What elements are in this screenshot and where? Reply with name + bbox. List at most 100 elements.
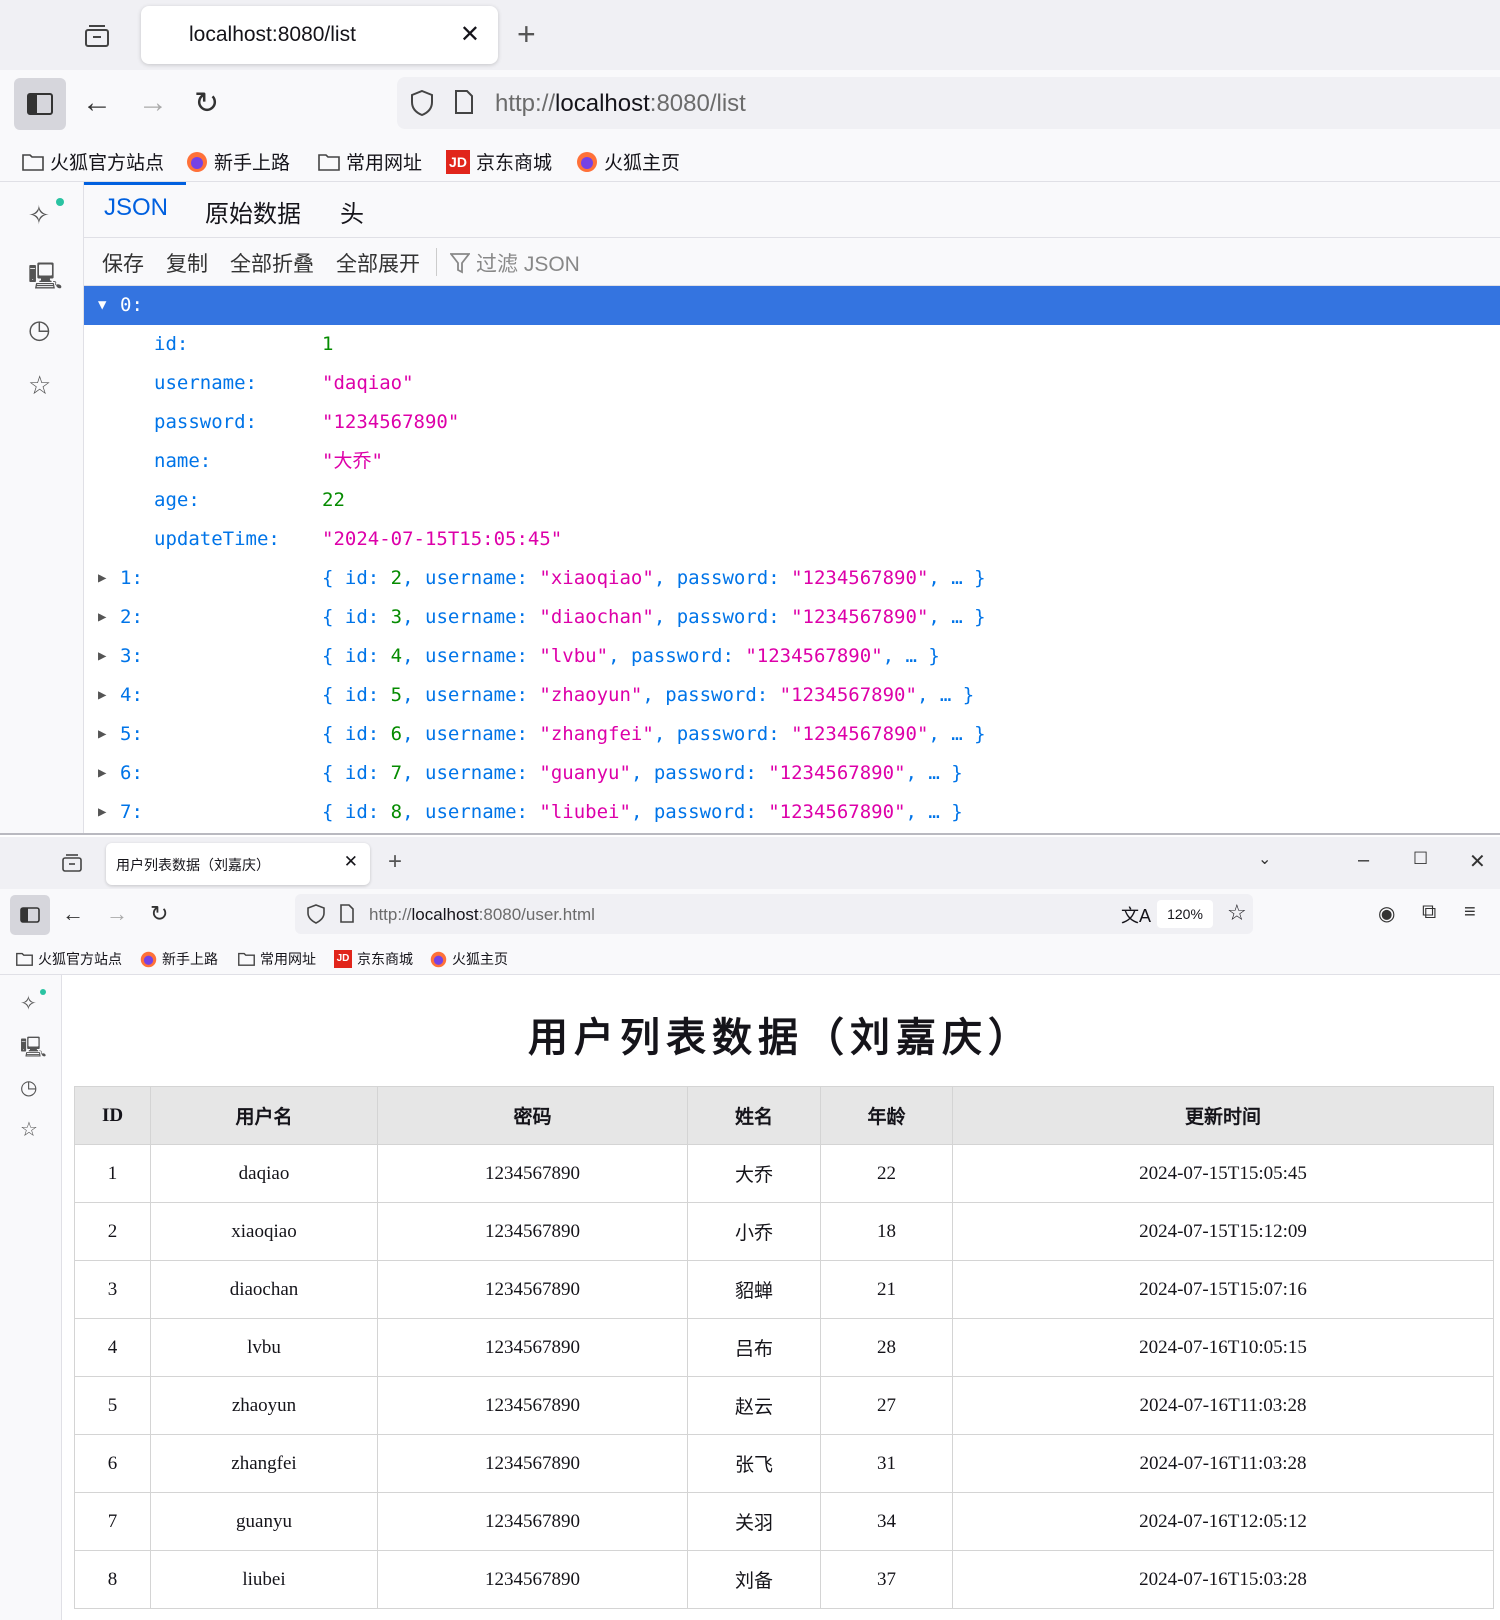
translate-icon[interactable]: 文A [1121, 902, 1151, 928]
maximize-icon[interactable]: ☐ [1413, 849, 1428, 869]
table-body: 1 daqiao 1234567890 大乔 22 2024-07-15T15:05:45… [74, 1144, 1494, 1609]
address-bar[interactable]: http://localhost:8080/list [397, 77, 1500, 129]
bookmark-item[interactable]: 火狐官方站点 [22, 148, 164, 175]
new-tab-icon[interactable]: + [388, 848, 402, 876]
minimize-icon[interactable]: – [1358, 849, 1369, 872]
toolbar-divider [436, 248, 437, 276]
collapse-arrow-icon[interactable]: ▶ [98, 676, 106, 715]
tab-list-icon[interactable] [84, 24, 110, 48]
bookmarks-star-icon[interactable]: ☆ [28, 370, 51, 401]
forward-icon[interactable]: → [106, 901, 128, 927]
bookmark-item[interactable]: 新手上路 [186, 148, 290, 175]
table-row: 6 zhangfei 1234567890 张飞 31 2024-07-16T11:03:… [74, 1434, 1494, 1493]
json-preview: { id: 6, username: "zhangfei", password:… [322, 723, 986, 745]
synced-tabs-icon[interactable]: 🖳 [28, 258, 63, 302]
list-all-tabs-icon[interactable]: ⌄ [1258, 849, 1271, 869]
history-icon[interactable]: ◷ [28, 314, 51, 345]
collapse-arrow-icon[interactable]: ▶ [98, 793, 106, 832]
bookmark-item[interactable]: 火狐主页 [576, 148, 680, 175]
collapse-arrow-icon[interactable]: ▶ [98, 715, 106, 754]
reload-icon[interactable]: ↻ [194, 86, 219, 121]
table-cell: 2024-07-15T15:05:45 [952, 1144, 1494, 1203]
bookmark-item[interactable]: 火狐官方站点 [16, 949, 122, 969]
viewer-tabs: JSON 原始数据 头 [84, 182, 1500, 238]
bookmark-item[interactable]: JD 京东商城 [446, 148, 552, 175]
json-row-collapsed[interactable]: ▶ 7: { id: 8, username: "liubei", password… [84, 793, 1500, 832]
history-icon[interactable]: ◷ [20, 1075, 37, 1100]
bookmark-item[interactable]: 新手上路 [140, 949, 218, 969]
zoom-level-button[interactable]: 120% [1157, 900, 1213, 928]
bookmarks-star-icon[interactable]: ☆ [20, 1117, 38, 1142]
sidebar-toggle-button[interactable] [10, 895, 50, 935]
copy-button[interactable]: 复制 [166, 248, 208, 278]
expand-all-button[interactable]: 全部展开 [336, 248, 420, 278]
collapse-arrow-icon[interactable]: ▶ [98, 637, 106, 676]
synced-tabs-icon[interactable]: 🖳 [20, 1033, 47, 1067]
ai-sparkle-icon[interactable]: ✧ [20, 989, 46, 1016]
close-window-icon[interactable]: ✕ [1469, 849, 1486, 874]
account-icon[interactable]: ◉ [1378, 901, 1395, 926]
json-field-row[interactable]: age: 22 [84, 481, 1500, 520]
collapse-all-button[interactable]: 全部折叠 [230, 248, 314, 278]
tab-user-list[interactable]: 用户列表数据（刘嘉庆） ✕ [106, 843, 370, 885]
tab-list[interactable]: localhost:8080/list ✕ [141, 6, 498, 64]
json-row-collapsed[interactable]: ▶ 6: { id: 7, username: "guanyu", password… [84, 754, 1500, 793]
json-field-row[interactable]: password: "1234567890" [84, 403, 1500, 442]
expand-arrow-icon[interactable]: ▼ [98, 286, 106, 325]
shield-icon[interactable] [411, 90, 433, 116]
json-row-expanded[interactable]: ▼ 0: [84, 286, 1500, 325]
user-list-window: 用户列表数据（刘嘉庆） ✕ + ⌄ – ☐ ✕ ← → ↻ http://loc… [0, 837, 1500, 1620]
json-row-collapsed[interactable]: ▶ 3: { id: 4, username: "lvbu", password: … [84, 637, 1500, 676]
table-cell: 2024-07-15T15:12:09 [952, 1202, 1494, 1261]
json-field-row[interactable]: name: "大乔" [84, 442, 1500, 481]
json-field-row[interactable]: id: 1 [84, 325, 1500, 364]
ai-sparkle-icon[interactable]: ✧ [28, 198, 64, 231]
json-value: 1 [322, 333, 334, 355]
json-key: 7: [120, 801, 143, 823]
tab-raw-data[interactable]: 原始数据 [205, 194, 301, 229]
table-cell: 1234567890 [377, 1318, 688, 1377]
json-value: "大乔" [322, 450, 383, 472]
json-row-collapsed[interactable]: ▶ 1: { id: 2, username: "xiaoqiao", passwo… [84, 559, 1500, 598]
menu-icon[interactable]: ≡ [1464, 901, 1476, 924]
tab-list-icon[interactable] [62, 854, 82, 877]
close-tab-icon[interactable]: ✕ [344, 852, 358, 872]
json-viewer: JSON 原始数据 头 保存 复制 全部折叠 全部展开 过滤 JSON ▼ 0:… [84, 182, 1500, 833]
sidebar-toggle-button[interactable] [14, 78, 66, 130]
reload-icon[interactable]: ↻ [150, 901, 168, 927]
json-row-collapsed[interactable]: ▶ 2: { id: 3, username: "diaochan", passwo… [84, 598, 1500, 637]
firefox-icon [430, 951, 447, 967]
bookmarks-toolbar: 火狐官方站点 新手上路 常用网址 JD 京东商城 火狐主页 [0, 140, 1500, 182]
bookmark-item[interactable]: JD 京东商城 [334, 949, 413, 969]
tab-json[interactable]: JSON [104, 194, 168, 222]
new-tab-icon[interactable]: + [517, 16, 536, 53]
collapse-arrow-icon[interactable]: ▶ [98, 559, 106, 598]
json-row-collapsed[interactable]: ▶ 5: { id: 6, username: "zhangfei", passwo… [84, 715, 1500, 754]
collapse-arrow-icon[interactable]: ▶ [98, 598, 106, 637]
bookmark-star-icon[interactable]: ☆ [1227, 900, 1247, 926]
jd-icon: JD [446, 149, 470, 174]
bookmark-item[interactable]: 常用网址 [318, 148, 422, 175]
filter-json-input[interactable]: 过滤 JSON [450, 248, 580, 278]
extensions-icon[interactable]: ⧉ [1422, 901, 1436, 924]
tab-bar: localhost:8080/list ✕ + [0, 0, 1500, 70]
firefox-icon [577, 151, 597, 172]
bookmark-item[interactable]: 常用网址 [238, 949, 316, 969]
save-button[interactable]: 保存 [102, 248, 144, 278]
back-icon[interactable]: ← [62, 901, 84, 927]
forward-icon[interactable]: → [138, 86, 168, 120]
table-cell: 31 [820, 1434, 953, 1493]
json-field-row[interactable]: updateTime: "2024-07-15T15:05:45" [84, 520, 1500, 559]
table-cell: 1 [74, 1144, 151, 1203]
collapse-arrow-icon[interactable]: ▶ [98, 754, 106, 793]
bookmark-item[interactable]: 火狐主页 [430, 949, 508, 969]
json-field-row[interactable]: username: "daqiao" [84, 364, 1500, 403]
json-key: 5: [120, 723, 143, 745]
close-tab-icon[interactable]: ✕ [460, 20, 480, 49]
back-icon[interactable]: ← [82, 86, 112, 120]
address-bar[interactable]: http://localhost:8080/user.html 文A 120% … [295, 894, 1253, 934]
table-header-row: ID 用户名 密码 姓名 年龄 更新时间 [74, 1086, 1494, 1145]
shield-icon[interactable] [307, 904, 325, 924]
tab-headers[interactable]: 头 [340, 194, 364, 229]
json-row-collapsed[interactable]: ▶ 4: { id: 5, username: "zhaoyun", passwor… [84, 676, 1500, 715]
